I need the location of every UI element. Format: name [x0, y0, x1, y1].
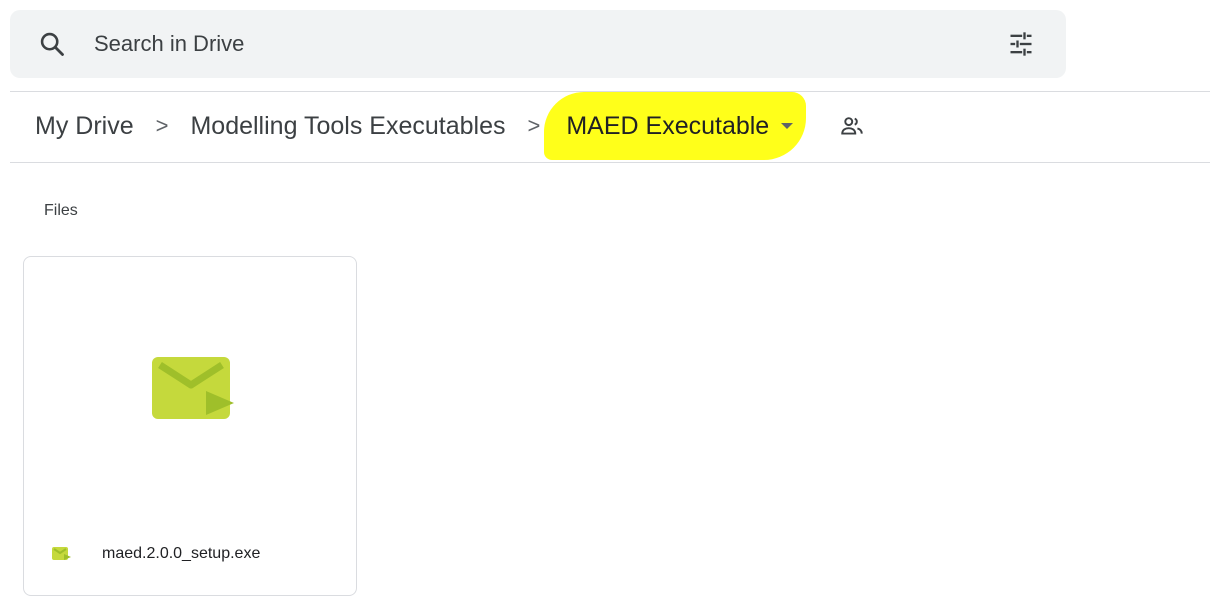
file-name-row: maed.2.0.0_setup.exe [52, 545, 260, 563]
breadcrumb-divider [10, 162, 1210, 163]
search-bar[interactable] [10, 10, 1066, 78]
search-input[interactable] [94, 27, 974, 61]
breadcrumb-current-folder[interactable]: MAED Executable [544, 92, 807, 160]
caret-down-icon[interactable] [781, 123, 794, 129]
tune-sliders-icon[interactable] [1006, 30, 1036, 58]
people-icon[interactable] [839, 113, 865, 139]
files-section-label: Files [44, 202, 78, 219]
search-icon[interactable] [38, 30, 66, 58]
breadcrumb-modelling-tools-executables[interactable]: Modelling Tools Executables [190, 112, 505, 141]
exe-file-icon [52, 547, 71, 560]
file-name: maed.2.0.0_setup.exe [102, 545, 261, 562]
breadcrumb-my-drive[interactable]: My Drive [35, 112, 134, 141]
current-folder-label: MAED Executable [566, 111, 770, 140]
breadcrumb-separator: > [527, 113, 541, 138]
exe-file-icon [152, 357, 234, 419]
file-card[interactable]: maed.2.0.0_setup.exe [23, 256, 357, 596]
breadcrumb-separator: > [155, 113, 169, 138]
breadcrumb: My Drive > Modelling Tools Executables >… [35, 92, 865, 160]
